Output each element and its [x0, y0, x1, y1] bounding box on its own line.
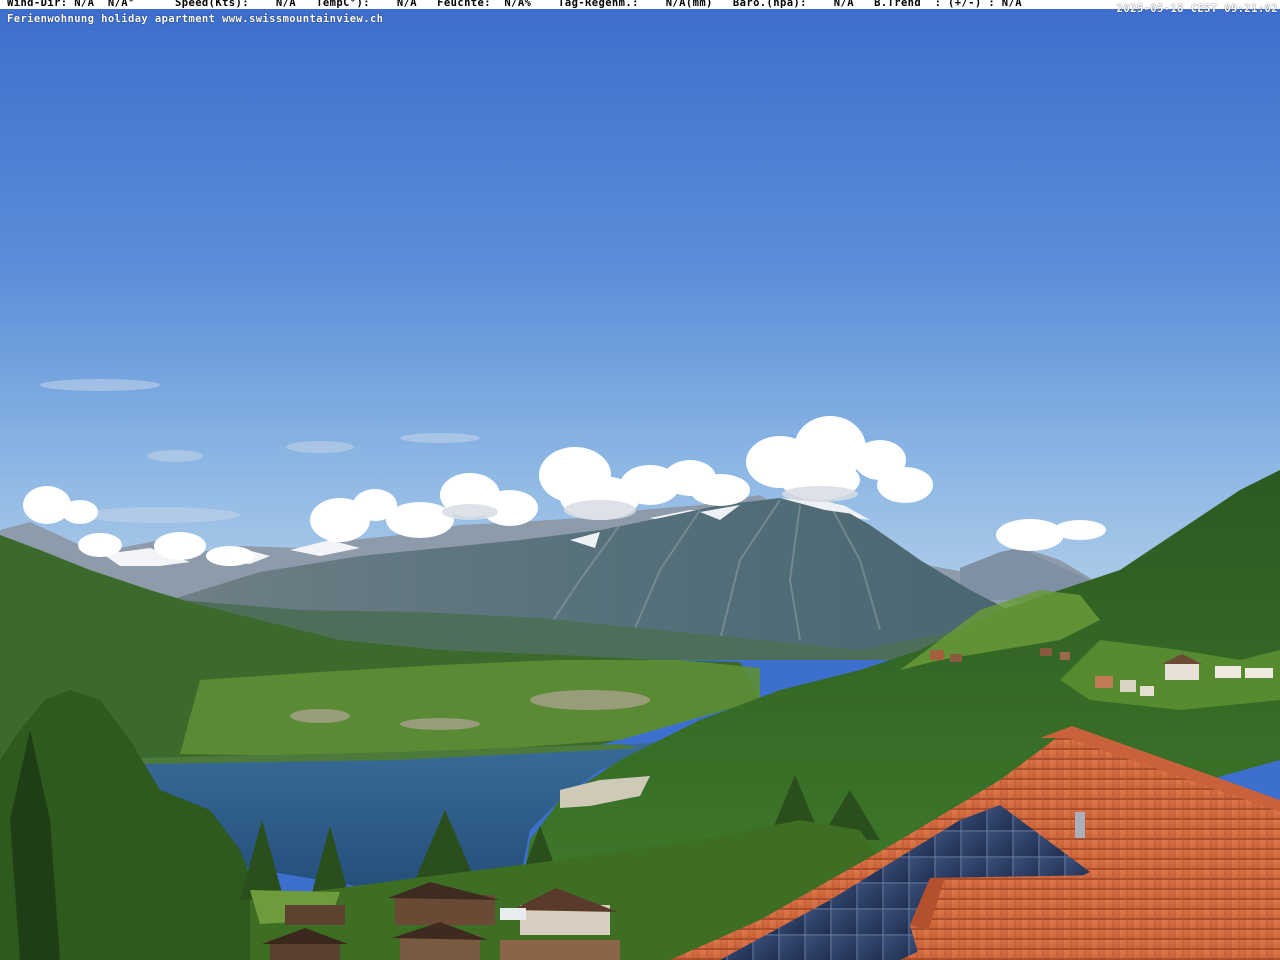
weather-data-line: Wind-Dir: N/A N/A° Speed(Kts): N/A TempC…	[7, 0, 1022, 9]
weather-overlay-bar: Wind-Dir: N/A N/A° Speed(Kts): N/A TempC…	[0, 0, 1280, 9]
webcam-landscape-image	[0, 0, 1280, 960]
caption-label: Ferienwohnung holiday apartment www.swis…	[7, 13, 384, 25]
timestamp-label: 2025-05-18 CEST 09:21:02	[1116, 3, 1278, 15]
lower-roof	[910, 872, 1280, 960]
chimney-vent	[1075, 812, 1085, 838]
